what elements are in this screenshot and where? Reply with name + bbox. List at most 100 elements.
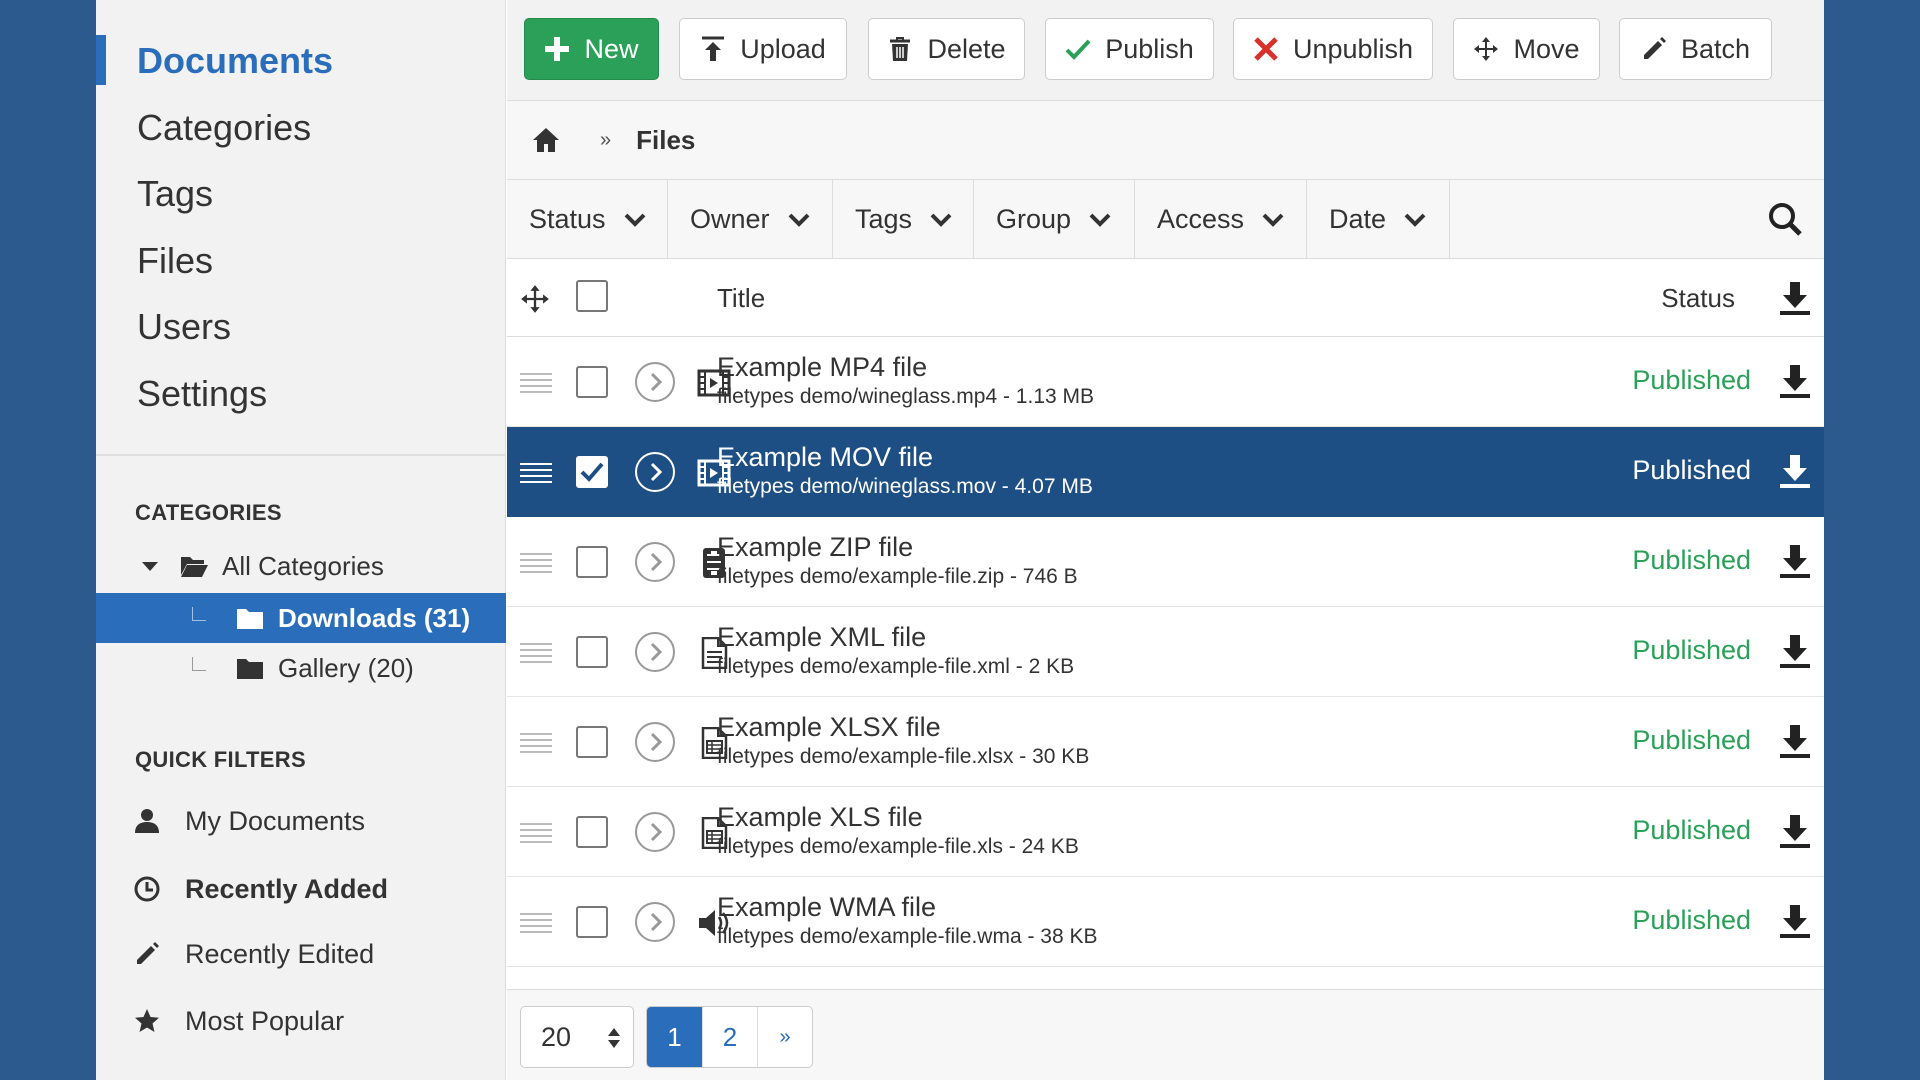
- expand-button[interactable]: [635, 812, 675, 852]
- unpublish-button[interactable]: Unpublish: [1233, 18, 1433, 80]
- status-label[interactable]: Published: [1632, 635, 1751, 666]
- row-checkbox[interactable]: [576, 816, 608, 848]
- drag-handle-icon[interactable]: [520, 820, 552, 844]
- quick-filters-heading: QUICK FILTERS: [135, 747, 306, 772]
- publish-button[interactable]: Publish: [1045, 18, 1214, 80]
- chevron-right-icon: [650, 552, 663, 572]
- nav-documents[interactable]: Documents: [96, 28, 505, 95]
- chevron-right-icon: [650, 462, 663, 482]
- file-title[interactable]: Example MP4 file: [717, 351, 1094, 383]
- folder-open-icon: [181, 557, 208, 577]
- status-label[interactable]: Published: [1632, 725, 1751, 756]
- page-1-button[interactable]: 1: [647, 1007, 702, 1067]
- file-row[interactable]: Example WMA file filetypes demo/example-…: [507, 877, 1824, 967]
- new-button[interactable]: New: [524, 18, 659, 80]
- row-checkbox[interactable]: [576, 906, 608, 938]
- delete-button[interactable]: Delete: [868, 18, 1025, 80]
- main-panel: New Upload Delete Publish Unpublish Move: [507, 0, 1824, 1080]
- expand-button[interactable]: [635, 632, 675, 672]
- drag-handle-icon[interactable]: [520, 550, 552, 574]
- quick-filter-my-documents[interactable]: My Documents: [134, 801, 365, 841]
- category-downloads[interactable]: Downloads (31): [96, 593, 506, 643]
- file-title[interactable]: Example ZIP file: [717, 531, 1078, 563]
- file-meta: filetypes demo/example-file.xls - 24 KB: [717, 835, 1079, 858]
- batch-button[interactable]: Batch: [1619, 18, 1772, 80]
- file-title[interactable]: Example XLS file: [717, 801, 1079, 833]
- expand-button[interactable]: [635, 542, 675, 582]
- filter-date[interactable]: Date: [1307, 180, 1450, 259]
- category-all[interactable]: All Categories: [96, 541, 506, 591]
- file-row[interactable]: Example XLS file filetypes demo/example-…: [507, 787, 1824, 877]
- caret-down-icon[interactable]: [142, 561, 158, 571]
- quick-filter-recently-edited[interactable]: Recently Edited: [134, 934, 374, 974]
- quick-filter-recently-added[interactable]: Recently Added: [134, 869, 388, 909]
- row-checkbox[interactable]: [576, 366, 608, 398]
- drag-handle-icon[interactable]: [520, 640, 552, 664]
- file-title-cell: Example ZIP file filetypes demo/example-…: [717, 531, 1078, 591]
- expand-button[interactable]: [635, 362, 675, 402]
- download-icon[interactable]: [1778, 453, 1812, 489]
- expand-button[interactable]: [635, 722, 675, 762]
- file-title[interactable]: Example WMA file: [717, 891, 1098, 923]
- file-title[interactable]: Example XML file: [717, 621, 1074, 653]
- select-all-checkbox[interactable]: [576, 280, 608, 312]
- download-icon[interactable]: [1778, 723, 1812, 759]
- row-checkbox[interactable]: [576, 726, 608, 758]
- download-icon[interactable]: [1778, 813, 1812, 849]
- delete-button-label: Delete: [927, 33, 1006, 64]
- status-label[interactable]: Published: [1632, 815, 1751, 846]
- row-checkbox[interactable]: [576, 636, 608, 668]
- sidebar-divider: [96, 454, 506, 456]
- drag-handle-icon[interactable]: [520, 460, 552, 484]
- page-size-select[interactable]: 20: [520, 1006, 634, 1068]
- status-label[interactable]: Published: [1632, 905, 1751, 936]
- filter-access[interactable]: Access: [1135, 180, 1307, 259]
- download-icon[interactable]: [1778, 543, 1812, 579]
- row-checkbox[interactable]: [576, 456, 608, 488]
- next-page-button[interactable]: »: [757, 1007, 812, 1067]
- quick-filter-most-popular[interactable]: Most Popular: [134, 1001, 344, 1041]
- file-title-cell: Example WMA file filetypes demo/example-…: [717, 891, 1098, 951]
- drag-handle-icon[interactable]: [520, 730, 552, 754]
- filter-group[interactable]: Group: [974, 180, 1135, 259]
- filter-tags[interactable]: Tags: [833, 180, 974, 259]
- download-icon[interactable]: [1778, 280, 1812, 316]
- upload-button[interactable]: Upload: [679, 18, 847, 80]
- status-label[interactable]: Published: [1632, 365, 1751, 396]
- status-label[interactable]: Published: [1632, 455, 1751, 486]
- nav-files[interactable]: Files: [96, 228, 505, 295]
- file-title[interactable]: Example XLSX file: [717, 711, 1089, 743]
- status-label[interactable]: Published: [1632, 545, 1751, 576]
- move-button[interactable]: Move: [1453, 18, 1600, 80]
- nav-users[interactable]: Users: [96, 294, 505, 361]
- move-icon[interactable]: [520, 284, 550, 314]
- row-checkbox[interactable]: [576, 546, 608, 578]
- drag-handle-icon[interactable]: [520, 910, 552, 934]
- filter-status[interactable]: Status: [507, 180, 668, 259]
- category-gallery[interactable]: Gallery (20): [96, 643, 506, 693]
- file-row[interactable]: Example XML file filetypes demo/example-…: [507, 607, 1824, 697]
- filter-owner[interactable]: Owner: [668, 180, 833, 259]
- column-title-header[interactable]: Title: [717, 283, 765, 314]
- nav-categories[interactable]: Categories: [96, 95, 505, 162]
- nav-tags[interactable]: Tags: [96, 161, 505, 228]
- drag-handle-icon[interactable]: [520, 370, 552, 394]
- file-row[interactable]: Example MOV file filetypes demo/wineglas…: [507, 427, 1824, 517]
- file-title-cell: Example XLSX file filetypes demo/example…: [717, 711, 1089, 771]
- download-icon[interactable]: [1778, 633, 1812, 669]
- page-size-value: 20: [541, 1021, 572, 1052]
- search-icon[interactable]: [1768, 202, 1802, 236]
- expand-button[interactable]: [635, 452, 675, 492]
- file-row[interactable]: Example ZIP file filetypes demo/example-…: [507, 517, 1824, 607]
- nav-settings[interactable]: Settings: [96, 361, 505, 428]
- file-row[interactable]: Example XLSX file filetypes demo/example…: [507, 697, 1824, 787]
- file-row[interactable]: Example MP4 file filetypes demo/wineglas…: [507, 337, 1824, 427]
- download-icon[interactable]: [1778, 903, 1812, 939]
- file-title-cell: Example XLS file filetypes demo/example-…: [717, 801, 1079, 861]
- page-2-button[interactable]: 2: [702, 1007, 757, 1067]
- download-icon[interactable]: [1778, 363, 1812, 399]
- expand-button[interactable]: [635, 902, 675, 942]
- file-title[interactable]: Example MOV file: [717, 441, 1093, 473]
- column-status-header[interactable]: Status: [1661, 283, 1735, 314]
- home-icon[interactable]: [532, 127, 560, 153]
